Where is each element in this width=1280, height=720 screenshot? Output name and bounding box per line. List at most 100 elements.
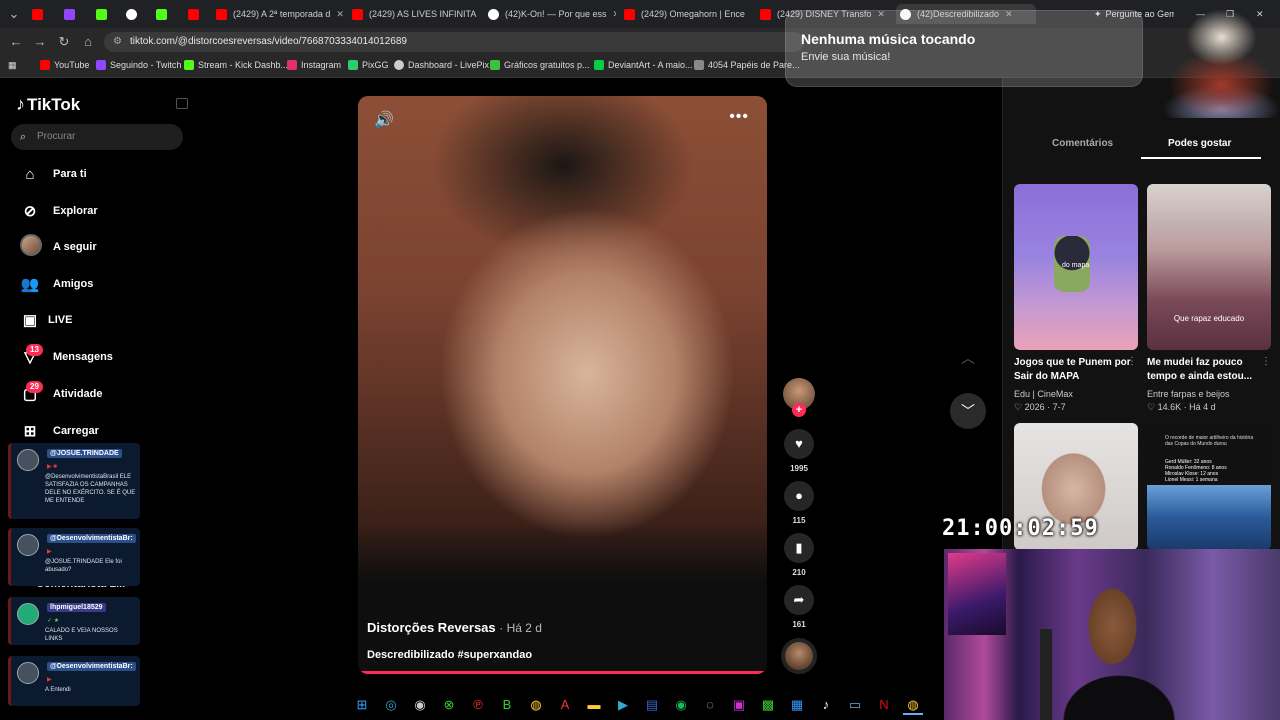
folder-icon[interactable]: ▬ [584,695,604,715]
collapse-sidebar-icon[interactable] [176,98,188,109]
windows-start-icon[interactable]: ⊞ [352,695,372,715]
ranking-line: Lionel Messi: 1 semana [1165,477,1218,483]
tiktok-icon[interactable]: ♪ [816,695,836,715]
video-author[interactable]: Distorções Reversas · Há 2 d [367,620,542,635]
more-icon[interactable]: ⋮ [1261,356,1271,367]
nav-live[interactable]: ▣ LIVE [20,309,73,331]
tiktok-icon [488,8,499,20]
app-icon[interactable]: ▭ [845,695,865,715]
video-thumbnail[interactable]: O recorde de maior artilheiro da históri… [1147,423,1271,550]
chrome-icon[interactable]: ◍ [526,695,546,715]
bookmark-label: YouTube [54,60,90,70]
share-button[interactable]: ➦ 161 [784,585,814,629]
back-icon[interactable]: ← [8,34,24,50]
video-progress-bar[interactable] [360,671,765,674]
url-field[interactable]: ⚙ tiktok.com/@distorcoesreversas/video/7… [104,32,804,52]
more-options-icon[interactable]: ••• [729,108,749,126]
tab-youtube-3[interactable]: (2429) A 2ª temporada d ✕ [216,4,344,24]
comment-button[interactable]: ● 115 [784,481,814,525]
tab-tiktok-1[interactable]: (42)K-On! — Por que ess ✕ [488,4,616,24]
bookmark-graficos[interactable]: Gráficos gratuitos p... [490,60,590,70]
close-icon[interactable]: ✕ [336,9,344,20]
bookmark-livepix[interactable]: Dashboard - LivePix [394,60,489,70]
bookmark-twitch[interactable]: Seguindo - Twitch [96,60,181,70]
forward-icon[interactable]: → [32,34,48,50]
follow-button[interactable]: + [792,403,806,417]
music-disc-avatar[interactable] [781,638,817,674]
card-title[interactable]: Me mudei faz pouco tempo e ainda estou..… [1147,356,1267,384]
volume-icon[interactable]: 🔊 [374,110,394,130]
youtube-icon: ▶ [47,677,52,683]
card-title[interactable]: Jogos que te Punem por Sair do MAPA [1014,356,1134,384]
tab-pixgg[interactable] [156,4,176,24]
leaf-icon [490,60,500,70]
close-icon[interactable]: ✕ [613,9,616,20]
tab-youtube-5[interactable]: (2429) Omegahorn | Ence ✕ [624,4,752,24]
compass-icon: ⊘ [23,203,37,220]
tab-youtube-4[interactable]: (2429) AS LIVES INFINITA✕ [352,4,480,24]
steam-icon[interactable]: ◉ [410,695,430,715]
nav-carregar[interactable]: ⊞ Carregar [20,420,99,442]
nav-a-seguir[interactable]: A seguir [20,234,97,260]
tab-youtube-2[interactable] [188,4,208,24]
spotify-icon[interactable]: ◉ [671,695,691,715]
nav-para-ti[interactable]: ⌂ Para ti [20,163,86,185]
avatar [20,234,42,256]
nav-label: Explorar [53,205,98,217]
pinterest-icon[interactable]: ℗ [468,695,488,715]
tab-comentarios[interactable]: Comentários [1052,138,1113,149]
chrome-active-icon[interactable]: ◍ [903,695,923,715]
bookmark-instagram[interactable]: Instagram [287,60,341,70]
video-player[interactable]: 🔊 ••• Distorções Reversas · Há 2 d Descr… [358,96,767,674]
video-thumbnail[interactable]: do mapa [1014,184,1138,350]
like-button[interactable]: ♥ 1995 [784,429,814,473]
close-icon[interactable]: ✕ [751,9,752,20]
save-button[interactable]: ▮ 210 [784,533,814,577]
card-author[interactable]: Edu | CineMax [1014,389,1073,399]
more-icon[interactable]: ⋮ [1127,356,1137,367]
search-input[interactable]: ⌕ Procurar [11,124,183,150]
chat-text: CALADO E VEIA NOSSOS LINKS [45,628,118,642]
video-thumbnail[interactable]: Que rapaz educado [1147,184,1271,350]
tab-kick[interactable] [96,4,116,24]
next-video-icon[interactable]: ﹀ [950,393,986,429]
terminal-icon[interactable]: ▶ [613,695,633,715]
bookmark-deviantart[interactable]: DeviantArt - A maio... [594,60,693,70]
app-icon[interactable]: ▣ [729,695,749,715]
tab-youtube[interactable] [32,4,52,24]
reload-icon[interactable]: ↻ [56,34,72,50]
tab-twitch[interactable] [64,4,84,24]
nav-explorar[interactable]: ⊘ Explorar [20,200,98,222]
xbox-icon[interactable]: ⊗ [439,695,459,715]
previous-video-icon[interactable]: ︿ [950,340,986,376]
avatar-icon [20,234,42,260]
tiktok-logo[interactable]: ♪ TikTok [16,94,80,115]
site-info-icon[interactable]: ⚙ [113,32,122,52]
bookmark-pixgg[interactable]: PixGG [348,60,389,70]
acrobat-icon[interactable]: A [555,695,575,715]
bookmark-wallpapers[interactable]: 4054 Papéis de Pare... [694,60,800,70]
tab-livepix[interactable] [126,4,146,24]
bookmark-youtube[interactable]: YouTube [40,60,89,70]
netflix-icon[interactable]: N [874,695,894,715]
youtube-icon [352,8,363,20]
card-author[interactable]: Entre farpas e beijos [1147,389,1230,399]
github-icon[interactable]: ◌ [700,695,720,715]
home-icon[interactable]: ⌂ [80,34,96,50]
calculator-icon[interactable]: ▦ [787,695,807,715]
apps-icon[interactable]: ▦ [8,60,17,71]
app-icon[interactable]: ▩ [758,695,778,715]
video-caption[interactable]: Descredibilizado #superxandao [367,649,532,661]
edge-icon[interactable]: ◎ [381,695,401,715]
nav-amigos[interactable]: 👥 Amigos [20,273,94,295]
bookmark-label: PixGG [362,60,389,70]
chat-avatar [17,449,39,471]
youtube-icon: ▶ [47,549,52,555]
tab-list-icon[interactable]: ⌄ [6,6,22,22]
pixgg-icon [156,8,167,20]
tab-podes-gostar[interactable]: Podes gostar [1168,138,1231,149]
bookmark-kick[interactable]: Stream - Kick Dashb... [184,60,288,70]
b-app-icon[interactable]: B [497,695,517,715]
microphone-arm [1040,629,1052,720]
notes-icon[interactable]: ▤ [642,695,662,715]
